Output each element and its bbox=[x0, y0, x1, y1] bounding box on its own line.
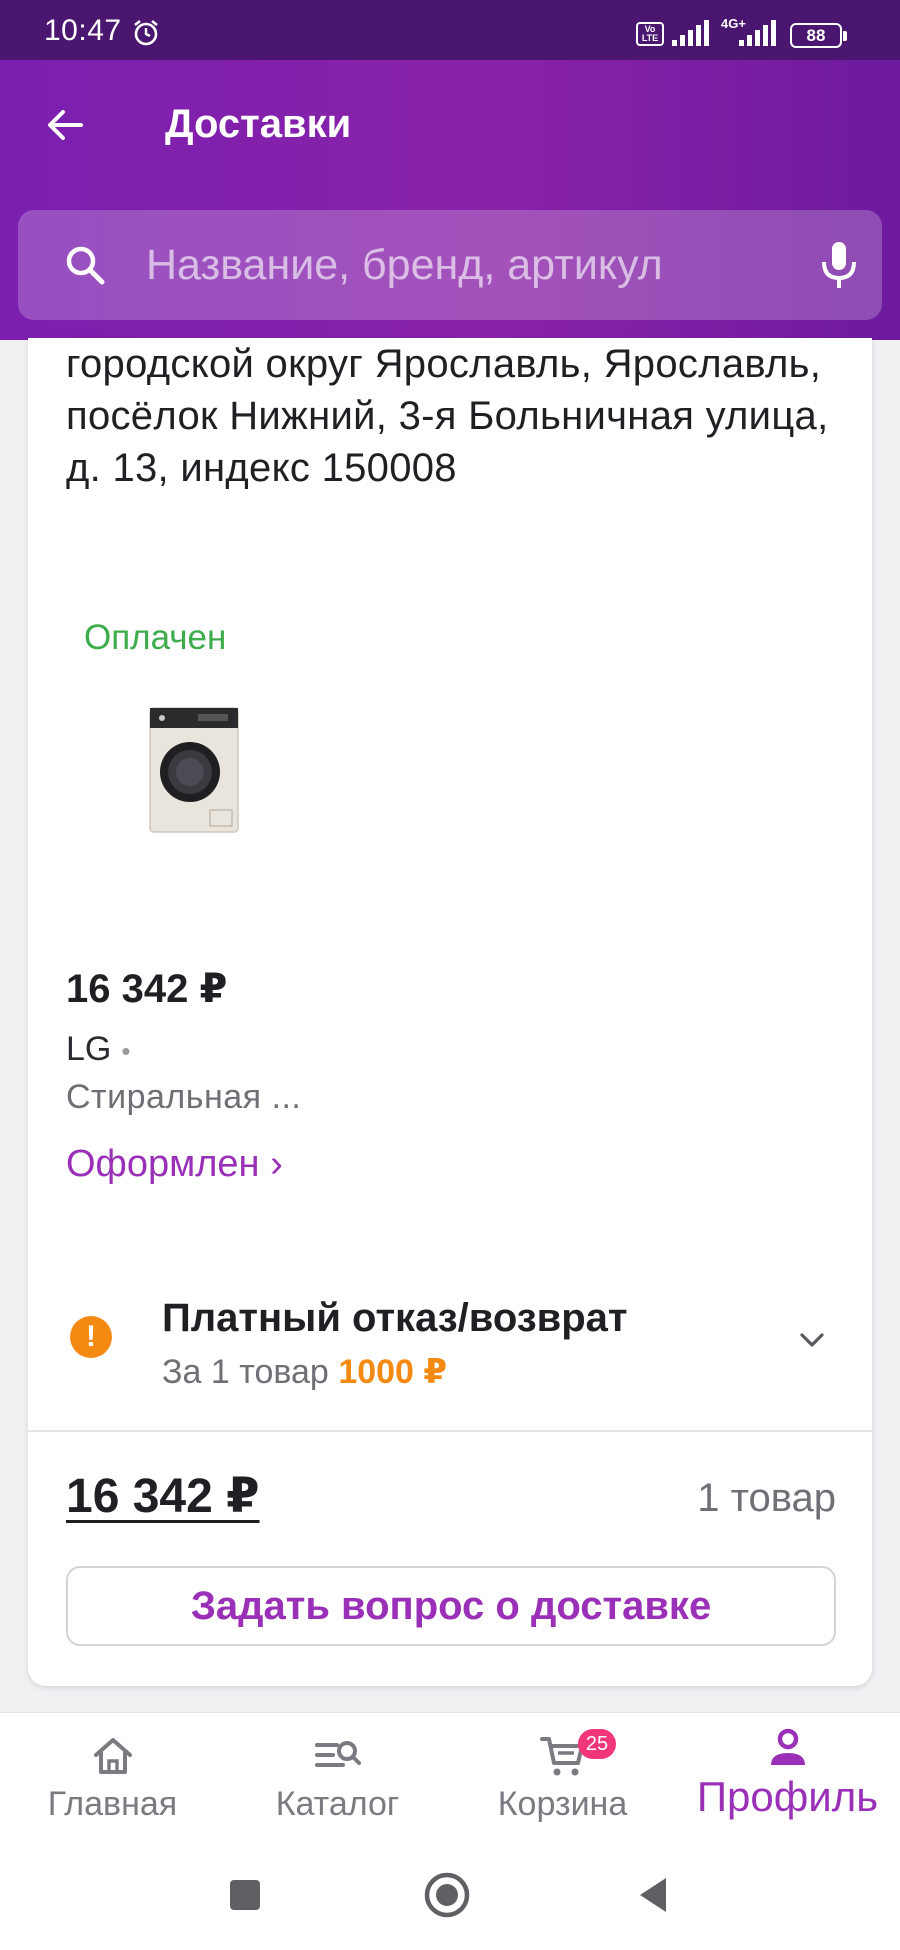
status-bar: 10:47 Vo LTE 4G+ 88 bbox=[0, 0, 900, 60]
home-icon bbox=[93, 1738, 132, 1774]
product-price: 16 342 ₽ bbox=[66, 967, 228, 1011]
brand-separator: • bbox=[121, 1036, 131, 1066]
nav-item-catalog[interactable]: Каталог bbox=[225, 1713, 450, 1831]
nav-label-profile: Профиль bbox=[696, 1773, 879, 1820]
delivery-card: городской округ Ярославль, Ярославль, по… bbox=[28, 338, 872, 1686]
search-input[interactable] bbox=[146, 230, 786, 300]
catalog-search-icon bbox=[314, 1741, 361, 1767]
back-nav-button[interactable] bbox=[630, 1870, 680, 1920]
app-header: Доставки bbox=[0, 60, 900, 340]
delivery-address: городской округ Ярославль, Ярославль, по… bbox=[66, 342, 829, 490]
profile-icon bbox=[770, 1728, 805, 1765]
total-price: 16 342 ₽ bbox=[66, 1470, 260, 1523]
product-name[interactable]: Стиральная ... bbox=[66, 1078, 301, 1117]
washing-machine-image[interactable] bbox=[148, 706, 240, 834]
search-bar[interactable] bbox=[18, 210, 882, 320]
items-count: 1 товар bbox=[697, 1476, 836, 1520]
volte-icon: Vo LTE bbox=[636, 22, 664, 46]
home-button[interactable] bbox=[422, 1870, 472, 1920]
refund-title: Платный отказ/возврат bbox=[162, 1296, 628, 1340]
system-navigation-bar bbox=[0, 1830, 900, 1950]
nav-label-cart: Корзина bbox=[497, 1785, 628, 1823]
page-title: Доставки bbox=[165, 102, 352, 146]
recent-apps-button[interactable] bbox=[220, 1870, 270, 1920]
nav-item-profile[interactable]: Профиль bbox=[675, 1713, 900, 1831]
ask-delivery-question-button[interactable]: Задать вопрос о доставке bbox=[66, 1566, 836, 1646]
nav-label-home: Главная bbox=[47, 1785, 178, 1823]
chevron-down-icon[interactable] bbox=[794, 1322, 830, 1358]
cart-count-badge: 25 bbox=[578, 1729, 616, 1759]
alarm-icon bbox=[134, 19, 158, 46]
battery-level: 88 bbox=[806, 26, 826, 45]
product-brand-row: LG • bbox=[66, 1030, 130, 1069]
status-time: 10:47 bbox=[44, 14, 122, 47]
back-button[interactable] bbox=[40, 100, 90, 150]
nav-item-cart[interactable]: 25 Корзина bbox=[450, 1713, 675, 1831]
microphone-icon[interactable] bbox=[814, 238, 864, 292]
battery-icon: 88 bbox=[790, 23, 847, 48]
divider bbox=[28, 1430, 872, 1432]
nav-item-home[interactable]: Главная bbox=[0, 1713, 225, 1831]
refund-subtitle: За 1 товар 1000 ₽ bbox=[162, 1352, 447, 1392]
product-brand: LG bbox=[66, 1030, 112, 1068]
order-status-link[interactable]: Оформлен › bbox=[66, 1143, 283, 1186]
warning-icon: ! bbox=[70, 1316, 112, 1358]
arrow-left-icon bbox=[48, 110, 83, 140]
bottom-navigation: Главная Каталог 25 Корзина Профиль bbox=[0, 1712, 900, 1830]
refund-fee: 1000 ₽ bbox=[338, 1353, 448, 1391]
refund-subtitle-text: За 1 товар bbox=[162, 1353, 329, 1391]
signal-icon bbox=[672, 20, 709, 46]
nav-label-catalog: Каталог bbox=[275, 1785, 400, 1823]
search-icon bbox=[66, 246, 105, 285]
signal-icon-2 bbox=[739, 20, 776, 46]
refund-info-row[interactable]: ! Платный отказ/возврат За 1 товар 1000 … bbox=[28, 1296, 872, 1426]
payment-status: Оплачен bbox=[84, 618, 227, 657]
